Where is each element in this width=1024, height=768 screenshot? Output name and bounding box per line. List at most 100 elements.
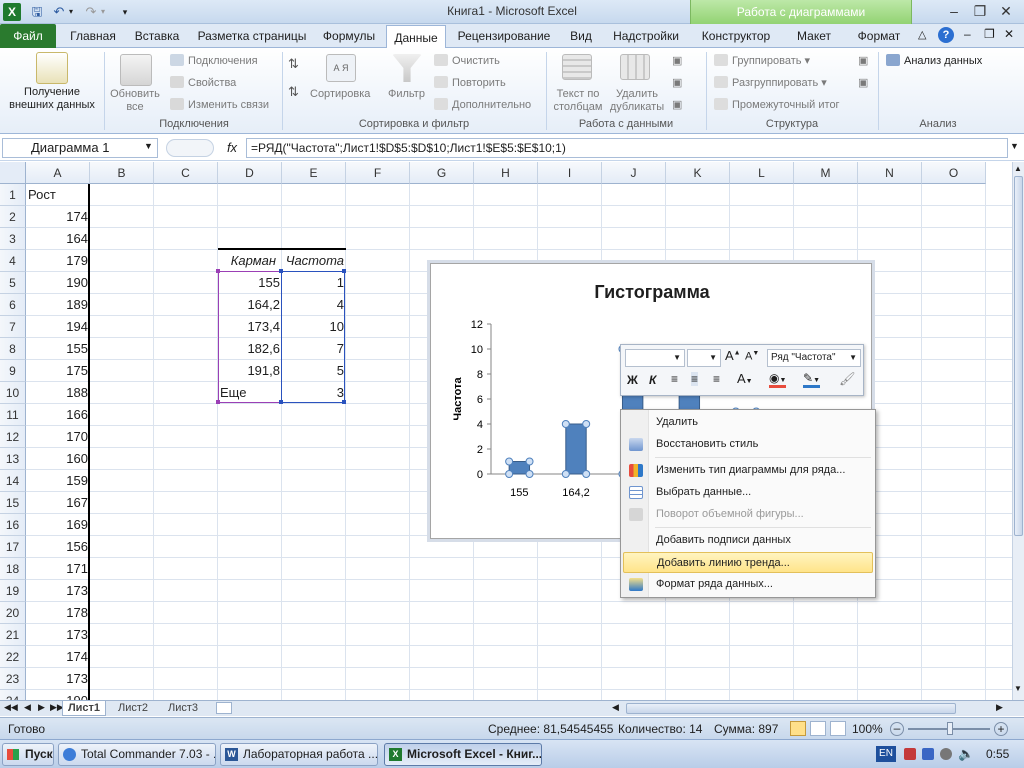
cell-a13[interactable]: 160 [26,448,88,470]
selection-handle[interactable] [561,420,570,428]
tab-formulas[interactable]: Формулы [316,24,382,48]
tab-review[interactable]: Рецензирование [452,24,556,48]
filter-button[interactable]: Фильтр [388,88,425,100]
wb-restore-button[interactable]: ❐ [984,27,995,41]
cell-a2[interactable]: 174 [26,206,88,228]
align-right-icon[interactable]: ≡ [713,372,720,386]
cell-a16[interactable]: 169 [26,514,88,536]
column-header-d[interactable]: D [218,162,282,184]
next-sheet-icon[interactable]: ▶ [38,702,45,713]
data-analysis-button[interactable]: Анализ данных [886,54,982,67]
font-color-icon[interactable]: A▼ [737,371,753,386]
column-header-n[interactable]: N [858,162,922,184]
taskbar-word[interactable]: W Лабораторная работа ... [220,743,378,766]
chart-elements-select[interactable]: Ряд "Частота" ▼ [767,349,861,367]
reapply-button[interactable]: Повторить [434,76,506,89]
column-header-a[interactable]: A [26,162,90,184]
selection-handle[interactable] [525,470,534,478]
bold-button[interactable]: Ж [627,373,638,387]
row-header-17[interactable]: 17 [0,536,26,558]
column-header-j[interactable]: J [602,162,666,184]
histogram-bar[interactable] [565,423,587,475]
scroll-down-icon[interactable]: ▼ [1014,684,1022,693]
first-sheet-icon[interactable]: ◀◀ [4,702,18,713]
column-header-o[interactable]: O [922,162,986,184]
tab-layout[interactable]: Макет [786,24,842,48]
cell-a9[interactable]: 175 [26,360,88,382]
refresh-all-button[interactable]: Обновить все [108,88,162,114]
tab-home[interactable]: Главная [62,24,124,48]
tab-file[interactable]: Файл [0,24,56,48]
row-header-24[interactable]: 24 [0,690,26,700]
cell-a23[interactable]: 173 [26,668,88,690]
row-header-21[interactable]: 21 [0,624,26,646]
row-header-19[interactable]: 19 [0,580,26,602]
cell-a19[interactable]: 173 [26,580,88,602]
advanced-button[interactable]: Дополнительно [434,98,531,111]
row-header-16[interactable]: 16 [0,514,26,536]
menu-item-change-chart-type[interactable]: Изменить тип диаграммы для ряда... [623,460,873,481]
font-size-select[interactable]: ▼ [687,349,721,367]
menu-item-format-series[interactable]: Формат ряда данных... [623,574,873,595]
row-header-8[interactable]: 8 [0,338,26,360]
y-axis-title[interactable]: Частота [452,377,464,421]
hscroll-left-icon[interactable]: ◀ [612,702,619,713]
tray-icon[interactable] [922,748,934,760]
select-all-corner[interactable] [0,162,26,184]
sheet-tab-3[interactable]: Лист3 [160,701,206,716]
cell-a10[interactable]: 188 [26,382,88,404]
cell-a4[interactable]: 179 [26,250,88,272]
selection-handle[interactable] [525,457,534,466]
cell-a22[interactable]: 174 [26,646,88,668]
restore-button[interactable]: ❐ [968,2,992,20]
align-center-icon[interactable]: ≡ [691,372,699,386]
header-bins[interactable]: Карман [218,250,280,272]
menu-item-delete[interactable]: Удалить [623,412,873,433]
menu-item-3d-rotation[interactable]: Поворот объемной фигуры... [623,504,873,525]
scroll-thumb[interactable] [1014,176,1023,536]
range-handle-icon[interactable] [216,400,220,404]
column-header-m[interactable]: M [794,162,858,184]
properties-button[interactable]: Свойства [170,76,236,89]
cell-a11[interactable]: 166 [26,404,88,426]
cell-a12[interactable]: 170 [26,426,88,448]
what-if-icon[interactable]: ▣ [672,98,682,111]
column-header-f[interactable]: F [346,162,410,184]
text-to-columns-button[interactable]: Текст по столбцам [550,88,606,114]
close-button[interactable]: ✕ [994,2,1018,20]
selection-handle[interactable] [505,457,514,466]
subtotal-button[interactable]: Промежуточный итог [714,98,840,111]
taskbar-excel[interactable]: X Microsoft Excel - Книг... [384,743,542,766]
zoom-slider-thumb[interactable] [947,722,953,735]
cell-a6[interactable]: 189 [26,294,88,316]
row-header-14[interactable]: 14 [0,470,26,492]
prev-sheet-icon[interactable]: ◀ [24,702,31,713]
row-header-5[interactable]: 5 [0,272,26,294]
get-external-data-button[interactable]: Получение внешних данных [2,86,102,112]
row-header-4[interactable]: 4 [0,250,26,272]
page-layout-view-icon[interactable] [810,721,826,736]
group-button[interactable]: Группировать ▾ [714,54,810,67]
volume-icon[interactable]: 🔈 [958,746,974,762]
minimize-button[interactable]: – [942,2,966,20]
row-header-18[interactable]: 18 [0,558,26,580]
column-header-c[interactable]: C [154,162,218,184]
row-header-15[interactable]: 15 [0,492,26,514]
row-header-7[interactable]: 7 [0,316,26,338]
name-box[interactable]: Диаграмма 1 [2,138,158,158]
page-break-view-icon[interactable] [830,721,846,736]
cell-a20[interactable]: 178 [26,602,88,624]
consolidate-icon[interactable]: ▣ [672,76,682,89]
remove-duplicates-button[interactable]: Удалить дубликаты [608,88,666,114]
edit-links-button[interactable]: Изменить связи [170,98,269,111]
tab-addins[interactable]: Надстройки [606,24,686,48]
range-handle-icon[interactable] [216,269,220,273]
data-validation-icon[interactable]: ▣ [672,54,682,67]
tab-page-layout[interactable]: Разметка страницы [192,24,312,48]
insert-sheet-icon[interactable] [216,702,232,714]
name-box-dropdown-icon[interactable]: ▼ [144,141,153,151]
tray-icon[interactable] [904,748,916,760]
range-handle-icon[interactable] [279,400,283,404]
header-frequency[interactable]: Частота [282,250,346,272]
tab-data[interactable]: Данные [386,25,446,49]
